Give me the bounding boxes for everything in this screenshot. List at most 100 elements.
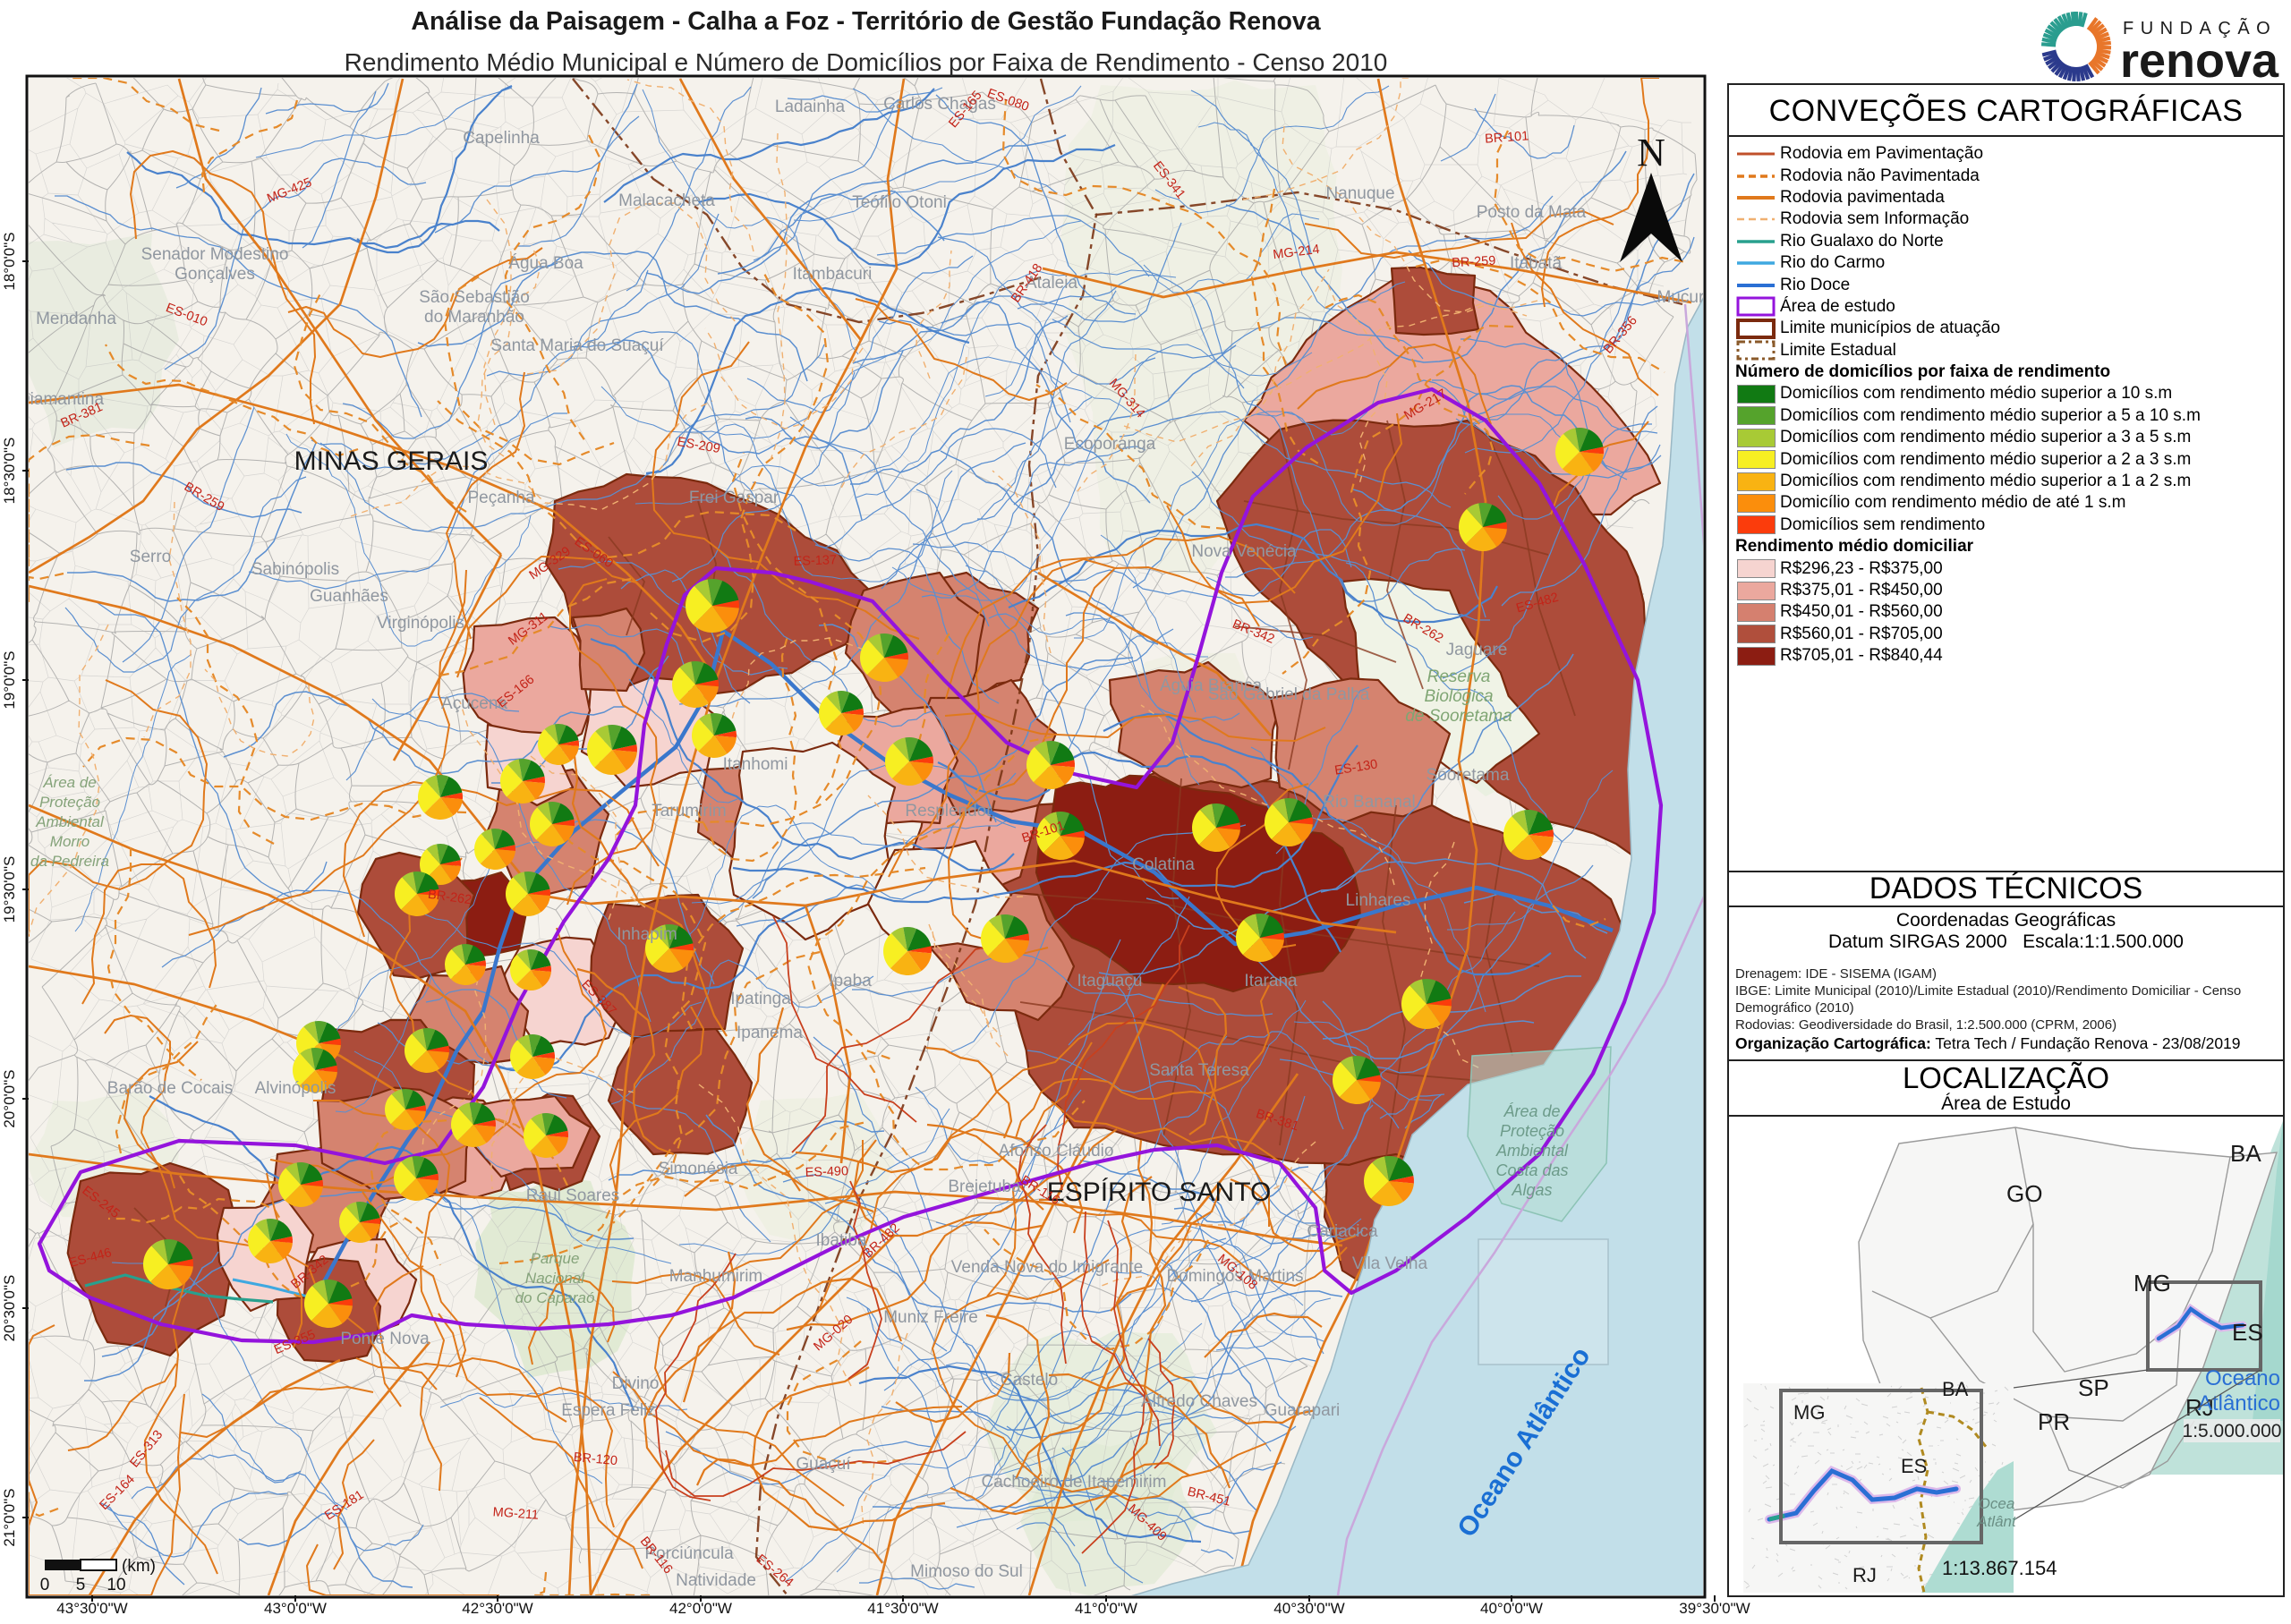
svg-text:19°30'0"S: 19°30'0"S <box>1 856 18 923</box>
svg-text:39°30'0"W: 39°30'0"W <box>1679 1600 1750 1617</box>
svg-text:Mendanha: Mendanha <box>36 310 116 328</box>
svg-text:Parque: Parque <box>531 1250 580 1267</box>
svg-text:Simonésia: Simonésia <box>659 1160 738 1178</box>
svg-text:Capelinha: Capelinha <box>463 129 540 148</box>
svg-text:Itabatã: Itabatã <box>1510 254 1563 273</box>
svg-text:20°0'0"S: 20°0'0"S <box>1 1069 18 1127</box>
svg-text:BR-101: BR-101 <box>1485 129 1529 146</box>
svg-text:Ambiental: Ambiental <box>35 813 105 830</box>
svg-text:1:13.867.154: 1:13.867.154 <box>1942 1557 2057 1579</box>
svg-text:Muniz Freire: Muniz Freire <box>883 1308 978 1327</box>
svg-text:Linhares: Linhares <box>1346 891 1411 910</box>
svg-text:Ibatiba: Ibatiba <box>815 1231 866 1250</box>
svg-text:ESPÍRITO SANTO: ESPÍRITO SANTO <box>1047 1178 1272 1207</box>
svg-text:Ponte Nova: Ponte Nova <box>340 1330 430 1348</box>
svg-text:Reserva: Reserva <box>1427 667 1491 686</box>
svg-text:Sabinópolis: Sabinópolis <box>251 560 339 579</box>
svg-text:Inhapim: Inhapim <box>617 925 677 944</box>
svg-text:Itambacuri: Itambacuri <box>793 265 873 284</box>
svg-text:Itarana: Itarana <box>1244 972 1298 991</box>
svg-text:Proteção: Proteção <box>1500 1122 1564 1140</box>
svg-text:São Sebastião: São Sebastião <box>419 288 530 307</box>
svg-text:Natividade: Natividade <box>676 1571 756 1590</box>
svg-text:BA: BA <box>1942 1378 1969 1400</box>
svg-text:GO: GO <box>2006 1180 2042 1207</box>
svg-text:Guarapari: Guarapari <box>1265 1401 1341 1420</box>
svg-text:Santa Teresa: Santa Teresa <box>1149 1061 1249 1080</box>
svg-text:1:5.000.000: 1:5.000.000 <box>2183 1421 2282 1441</box>
svg-text:Ladainha: Ladainha <box>775 98 846 116</box>
svg-text:ES: ES <box>2232 1319 2263 1346</box>
svg-text:42°0'0"W: 42°0'0"W <box>669 1600 732 1617</box>
svg-text:41°30'0"W: 41°30'0"W <box>867 1600 938 1617</box>
svg-text:0: 0 <box>40 1576 50 1594</box>
svg-text:Malacacheta: Malacacheta <box>618 191 715 210</box>
svg-text:Itaguaçu: Itaguaçu <box>1077 972 1143 991</box>
svg-text:do Maranhão: do Maranhão <box>424 308 524 327</box>
svg-text:Espera Feliz: Espera Feliz <box>561 1401 656 1420</box>
svg-text:Divino: Divino <box>612 1374 660 1393</box>
svg-text:Nanuque: Nanuque <box>1325 184 1394 203</box>
svg-text:Itanhomi: Itanhomi <box>723 755 788 774</box>
svg-text:Vila Velha: Vila Velha <box>1352 1254 1428 1273</box>
svg-text:42°30'0"W: 42°30'0"W <box>462 1600 532 1617</box>
svg-text:renova: renova <box>2120 34 2279 88</box>
svg-text:Tarumirim: Tarumirim <box>652 802 726 821</box>
svg-text:Biológica: Biológica <box>1424 687 1493 706</box>
svg-text:40°0'0"W: 40°0'0"W <box>1480 1600 1543 1617</box>
svg-text:PR: PR <box>2038 1408 2070 1435</box>
svg-text:Brejetuba: Brejetuba <box>948 1178 1021 1196</box>
svg-text:Raul Soares: Raul Soares <box>526 1186 620 1205</box>
svg-text:Afonso Cláudio: Afonso Cláudio <box>999 1142 1114 1161</box>
svg-text:Peçanha: Peçanha <box>467 489 534 507</box>
svg-text:ES-137: ES-137 <box>793 553 837 569</box>
svg-text:Água Boa: Água Boa <box>508 254 583 273</box>
svg-text:ES-490: ES-490 <box>805 1164 848 1180</box>
svg-text:MINAS GERAIS: MINAS GERAIS <box>294 446 489 476</box>
svg-text:Guanhães: Guanhães <box>310 587 388 606</box>
svg-text:ES: ES <box>1901 1455 1927 1477</box>
svg-text:Área de: Área de <box>42 774 97 791</box>
svg-text:Nova Venécia: Nova Venécia <box>1191 542 1297 561</box>
svg-text:Mucuri: Mucuri <box>1657 288 1708 307</box>
svg-text:Oceano: Oceano <box>2205 1366 2280 1390</box>
svg-text:Sooretama: Sooretama <box>1427 766 1510 785</box>
svg-text:10: 10 <box>106 1576 125 1594</box>
svg-text:MG: MG <box>1793 1401 1825 1424</box>
svg-text:Nacional: Nacional <box>525 1270 585 1287</box>
svg-text:Atlântico: Atlântico <box>2198 1391 2280 1416</box>
svg-text:Guaçuí: Guaçuí <box>796 1455 851 1474</box>
svg-text:Morro: Morro <box>50 833 89 850</box>
svg-text:RJ: RJ <box>1852 1564 1877 1586</box>
svg-text:Resplendor: Resplendor <box>905 802 992 821</box>
svg-text:BA: BA <box>2230 1140 2261 1167</box>
svg-text:Santa Maria do Suaçuí: Santa Maria do Suaçuí <box>490 336 664 355</box>
svg-text:Venda Nova do Imigrante: Venda Nova do Imigrante <box>951 1258 1143 1277</box>
svg-text:41°0'0"W: 41°0'0"W <box>1075 1600 1137 1617</box>
svg-text:Ecoporanga: Ecoporanga <box>1064 435 1156 454</box>
svg-text:Área de: Área de <box>1503 1102 1560 1120</box>
svg-text:Barão de Cocais: Barão de Cocais <box>107 1079 233 1098</box>
svg-text:MG: MG <box>2133 1270 2171 1297</box>
svg-text:18°0'0"S: 18°0'0"S <box>1 232 18 290</box>
svg-text:Jaguaré: Jaguaré <box>1446 641 1508 659</box>
svg-text:Algas: Algas <box>1511 1181 1552 1199</box>
svg-text:Ipaba: Ipaba <box>829 972 872 991</box>
svg-text:Cariacica: Cariacica <box>1307 1222 1378 1241</box>
svg-text:São Gabriel da Palha: São Gabriel da Palha <box>1208 685 1370 704</box>
svg-text:Ipanema: Ipanema <box>737 1024 803 1042</box>
svg-text:Costa das: Costa das <box>1495 1161 1568 1179</box>
svg-text:5: 5 <box>76 1576 86 1594</box>
svg-text:Mimoso do Sul: Mimoso do Sul <box>910 1562 1023 1581</box>
svg-text:Atlânt: Atlânt <box>1976 1513 2017 1530</box>
svg-text:Alfredo Chaves: Alfredo Chaves <box>1141 1392 1257 1411</box>
svg-text:Colatina: Colatina <box>1132 855 1195 874</box>
svg-text:N: N <box>1637 131 1665 174</box>
svg-text:Virginópolis: Virginópolis <box>377 614 464 633</box>
svg-text:20°30'0"S: 20°30'0"S <box>1 1275 18 1342</box>
svg-text:de Sooretama: de Sooretama <box>1405 707 1512 726</box>
svg-text:Alvinópolis: Alvinópolis <box>255 1079 336 1098</box>
svg-text:Ambiental: Ambiental <box>1495 1142 1569 1160</box>
svg-text:Gonçalves: Gonçalves <box>175 265 255 284</box>
svg-text:21°0'0"S: 21°0'0"S <box>1 1488 18 1546</box>
